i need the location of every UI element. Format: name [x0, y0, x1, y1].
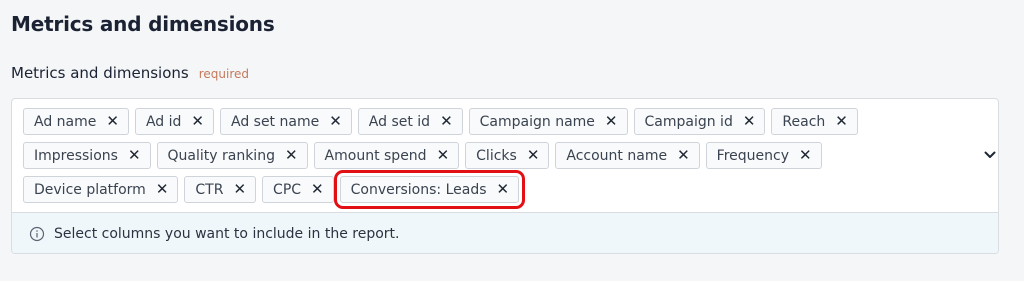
- close-icon[interactable]: ✕: [743, 114, 756, 129]
- close-icon[interactable]: ✕: [233, 182, 246, 197]
- chip-label: Campaign name: [479, 113, 595, 130]
- close-icon[interactable]: ✕: [799, 148, 812, 163]
- chip-label: Reach: [782, 113, 826, 130]
- selected-chip[interactable]: Ad name ✕: [23, 108, 129, 135]
- selected-chip[interactable]: CTR ✕: [184, 176, 257, 203]
- chip-row: Device platform ✕ CTR ✕ CPC ✕ Conversions: Lea…: [23, 170, 963, 209]
- chip-label: CPC: [273, 181, 302, 198]
- chip-label: CTR: [195, 181, 224, 198]
- selected-chip[interactable]: CPC ✕: [262, 176, 334, 203]
- chip-label: Amount spend: [324, 147, 427, 164]
- close-icon[interactable]: ✕: [191, 114, 204, 129]
- section-title: Metrics and dimensions: [11, 12, 275, 36]
- field-label: Metrics and dimensions required: [11, 64, 249, 82]
- chip-row: Impressions ✕ Quality ranking ✕ Amount spend…: [23, 142, 963, 169]
- close-icon[interactable]: ✕: [440, 114, 453, 129]
- required-label: required: [198, 67, 250, 81]
- chip-label: Frequency: [716, 147, 789, 164]
- close-icon[interactable]: ✕: [285, 148, 298, 163]
- chip-label: Campaign id: [644, 113, 733, 130]
- selected-chip[interactable]: Ad id ✕: [134, 108, 214, 135]
- selected-chip[interactable]: Device platform ✕: [23, 176, 179, 203]
- close-icon[interactable]: ✕: [311, 182, 324, 197]
- close-icon[interactable]: ✕: [329, 114, 342, 129]
- chip-label: Ad set id: [368, 113, 431, 130]
- selected-chip[interactable]: Campaign name ✕: [468, 108, 628, 135]
- hint-bar: Select columns you want to include in th…: [12, 212, 998, 253]
- selected-chip[interactable]: Clicks ✕: [465, 142, 550, 169]
- close-icon[interactable]: ✕: [106, 114, 119, 129]
- chip-label: Clicks: [476, 147, 517, 164]
- close-icon[interactable]: ✕: [128, 148, 141, 163]
- selected-chip[interactable]: Impressions ✕: [23, 142, 151, 169]
- chevron-down-icon[interactable]: [983, 149, 997, 161]
- metrics-multiselect[interactable]: Ad name ✕ Ad id ✕ Ad set name ✕ Ad set id ✕ Camp…: [11, 98, 999, 254]
- chip-label: Account name: [566, 147, 668, 164]
- info-icon: [29, 226, 45, 242]
- chip-row: Ad name ✕ Ad id ✕ Ad set name ✕ Ad set id ✕ Camp…: [23, 108, 963, 135]
- selected-chip[interactable]: Frequency ✕: [705, 142, 822, 169]
- chip-label: Ad id: [145, 113, 182, 130]
- close-icon[interactable]: ✕: [437, 148, 450, 163]
- close-icon[interactable]: ✕: [156, 182, 169, 197]
- selected-chip[interactable]: Conversions: Leads ✕: [333, 170, 526, 209]
- chip-label: Conversions: Leads: [350, 181, 487, 198]
- selected-chips: Ad name ✕ Ad id ✕ Ad set name ✕ Ad set id ✕ Camp…: [23, 108, 963, 210]
- selected-chip[interactable]: Reach ✕: [771, 108, 858, 135]
- chip-label: Quality ranking: [167, 147, 275, 164]
- close-icon[interactable]: ✕: [835, 114, 848, 129]
- chip-label: Ad set name: [230, 113, 320, 130]
- selected-chip[interactable]: Account name ✕: [555, 142, 700, 169]
- selected-chip[interactable]: Amount spend ✕: [313, 142, 460, 169]
- chip-label: Device platform: [34, 181, 146, 198]
- close-icon[interactable]: ✕: [677, 148, 690, 163]
- selected-chip[interactable]: Ad set id ✕: [357, 108, 463, 135]
- field-label-text: Metrics and dimensions: [11, 64, 189, 82]
- close-icon[interactable]: ✕: [497, 182, 510, 197]
- selected-chip[interactable]: Quality ranking ✕: [156, 142, 308, 169]
- close-icon[interactable]: ✕: [527, 148, 540, 163]
- close-icon[interactable]: ✕: [605, 114, 618, 129]
- chip-label: Impressions: [34, 147, 118, 164]
- hint-text: Select columns you want to include in th…: [54, 226, 400, 242]
- selected-chip[interactable]: Campaign id ✕: [633, 108, 766, 135]
- selected-chip[interactable]: Ad set name ✕: [219, 108, 352, 135]
- chip-label: Ad name: [34, 113, 97, 130]
